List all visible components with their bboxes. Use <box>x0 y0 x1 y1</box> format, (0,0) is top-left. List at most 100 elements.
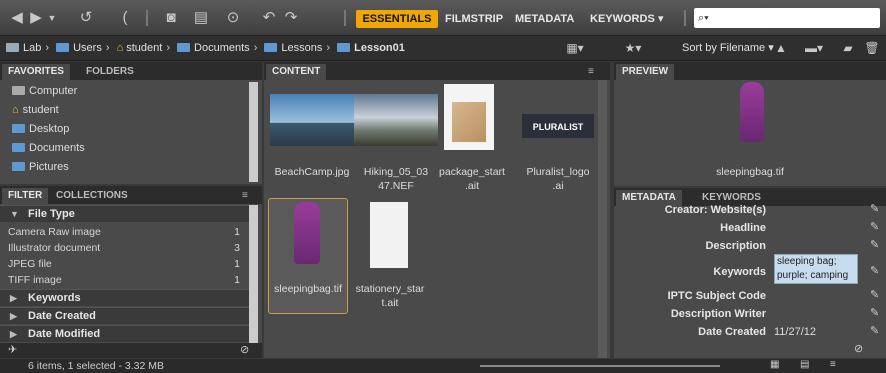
thumbnail-size-slider[interactable] <box>480 365 720 367</box>
filter-row-label: Camera Raw image <box>8 226 101 238</box>
thumbnail-label: Hiking_05_03 <box>363 166 429 178</box>
edit-pencil-icon[interactable]: ✎ <box>870 202 879 215</box>
workspace-metadata[interactable]: METADATA <box>515 10 574 28</box>
view-grid-icon[interactable]: ▦ <box>770 359 779 370</box>
clear-filter-icon[interactable]: ⊘ <box>240 343 249 356</box>
tab-favorites[interactable]: FAVORITES <box>2 64 70 80</box>
tab-preview[interactable]: PREVIEW <box>616 64 675 80</box>
crumb-documents[interactable]: Documents <box>194 42 250 54</box>
workspaces-dropdown-icon[interactable]: ▾ <box>658 10 664 28</box>
filter-date-modified-header[interactable]: ▶ Date Modified <box>0 325 250 342</box>
trash-icon[interactable]: 🗑 <box>864 38 880 58</box>
forward-arrow-icon[interactable]: ▶ <box>28 8 44 28</box>
tab-filter[interactable]: FILTER <box>2 188 49 204</box>
recent-files-icon[interactable]: ↺ <box>76 8 96 28</box>
thumbnail-pluralist-logo[interactable]: PLURALIST <box>522 114 594 138</box>
boomerang-icon[interactable]: ( <box>118 8 132 28</box>
filter-row-count: 1 <box>234 258 240 270</box>
open-recent-icon[interactable]: ⊙ <box>226 8 240 28</box>
folder-icon <box>12 143 25 152</box>
thumbnail-label-line2: .ait <box>464 180 479 192</box>
view-details-icon[interactable]: ▤ <box>800 359 809 370</box>
edit-pencil-icon[interactable]: ✎ <box>870 220 879 233</box>
favorite-label: Computer <box>29 85 78 97</box>
status-bar: 6 items, 1 selected - 3.32 MB ▦ ▤ ≡ <box>0 359 886 373</box>
favorite-label: Documents <box>29 142 85 154</box>
thumbnail-stationery[interactable] <box>370 202 408 268</box>
rotate-left-icon[interactable]: ↶ <box>262 8 276 28</box>
panel-menu-icon[interactable]: ≡ <box>582 64 600 80</box>
metadata-label: IPTC Subject Code <box>667 290 766 302</box>
workspace-filmstrip[interactable]: FILMSTRIP <box>445 10 503 28</box>
camera-icon[interactable]: ◙ <box>160 8 182 28</box>
edit-pencil-icon[interactable]: ✎ <box>870 238 879 251</box>
tab-collections[interactable]: COLLECTIONS <box>50 188 134 204</box>
favorite-desktop[interactable]: Desktop <box>12 120 69 138</box>
chevron-down-icon[interactable]: ▼ <box>46 8 58 28</box>
thumbnail-label: package_start <box>439 166 505 178</box>
date-created-value[interactable]: 11/27/12 <box>774 324 816 340</box>
thumbnail-sleepingbag[interactable] <box>294 202 320 264</box>
filter-keywords-header[interactable]: ▶ Keywords <box>0 289 250 306</box>
edit-pencil-icon[interactable]: ✎ <box>870 306 879 319</box>
output-icon[interactable]: ▦▾ <box>560 38 590 58</box>
pin-icon[interactable]: ✈ <box>8 343 17 356</box>
favorites-scrollbar[interactable] <box>249 82 258 182</box>
edit-pencil-icon[interactable]: ✎ <box>870 264 879 277</box>
thumbnail-label-line2: .ai <box>552 180 564 192</box>
refine-icon[interactable]: ▤ <box>190 8 212 28</box>
sort-dropdown[interactable]: Sort by Filename ▾ <box>682 40 774 57</box>
filter-tabbar: FILTER COLLECTIONS ≡ <box>0 186 262 204</box>
favorite-pictures[interactable]: Pictures <box>12 158 69 176</box>
panel-menu-icon[interactable]: ≡ <box>236 188 254 204</box>
filter-header-label: Keywords <box>28 292 81 304</box>
workspace-keywords[interactable]: KEYWORDS <box>590 10 655 28</box>
toolbar-divider <box>146 10 148 26</box>
search-input[interactable]: ⌕▾ <box>694 8 880 28</box>
favorite-documents[interactable]: Documents <box>12 139 85 157</box>
view-list-icon[interactable]: ≡ <box>830 359 836 370</box>
filter-row[interactable]: Camera Raw image 1 <box>8 224 244 240</box>
edit-pencil-icon[interactable]: ✎ <box>870 324 879 337</box>
tab-folders[interactable]: FOLDERS <box>80 64 140 80</box>
thumbnail-beachcamp[interactable] <box>270 94 354 146</box>
crumb-student[interactable]: student <box>126 42 162 54</box>
status-text: 6 items, 1 selected - 3.32 MB <box>28 360 164 372</box>
rotate-right-icon[interactable]: ↷ <box>284 8 298 28</box>
crumb-lessons[interactable]: Lessons <box>281 42 322 54</box>
thumbnail-label: BeachCamp.jpg <box>274 166 350 178</box>
favorite-label: Desktop <box>29 123 70 135</box>
back-arrow-icon[interactable]: ◀ <box>8 8 26 28</box>
filter-row[interactable]: JPEG file 1 <box>8 256 244 272</box>
workspace-essentials[interactable]: ESSENTIALS <box>356 10 438 28</box>
thumbnail-package[interactable] <box>444 84 494 150</box>
filter-date-created-header[interactable]: ▶ Date Created <box>0 307 250 324</box>
tab-content[interactable]: CONTENT <box>266 64 327 80</box>
filter-footer: ✈ ⊘ <box>0 343 262 358</box>
clear-icon[interactable]: ⊘ <box>854 342 863 355</box>
filter-row[interactable]: TIFF image 1 <box>8 272 244 288</box>
sort-ascending-icon[interactable]: ▲ <box>774 38 788 58</box>
thumbnail-hiking[interactable] <box>354 94 438 146</box>
filter-row[interactable]: Illustrator document 3 <box>8 240 244 256</box>
favorite-computer[interactable]: Computer <box>12 82 77 100</box>
keywords-field[interactable]: sleeping bag; purple; camping <box>774 254 858 284</box>
content-tabbar: CONTENT ≡ <box>264 62 610 80</box>
edit-pencil-icon[interactable]: ✎ <box>870 288 879 301</box>
folder-icon <box>12 124 25 133</box>
new-folder-icon[interactable]: ▰ <box>838 38 858 58</box>
thumbnail-label: stationery_star <box>355 283 425 295</box>
content-scrollbar[interactable] <box>598 80 607 358</box>
filter-scrollbar[interactable] <box>249 205 258 343</box>
crumb-lab[interactable]: Lab <box>23 42 41 54</box>
open-folder-icon[interactable]: ▬▾ <box>800 38 828 58</box>
filter-file-type-header[interactable]: ▼ File Type <box>0 205 250 222</box>
star-filter-icon[interactable]: ★▾ <box>620 38 646 58</box>
metadata-label: Creator: Website(s) <box>664 204 766 216</box>
crumb-users[interactable]: Users <box>73 42 102 54</box>
preview-image[interactable] <box>740 82 764 142</box>
toolbar-divider <box>684 10 686 26</box>
metadata-label: Description <box>705 240 766 252</box>
favorite-student[interactable]: ⌂ student <box>12 101 59 119</box>
crumb-lesson01[interactable]: Lesson01 <box>354 42 405 54</box>
